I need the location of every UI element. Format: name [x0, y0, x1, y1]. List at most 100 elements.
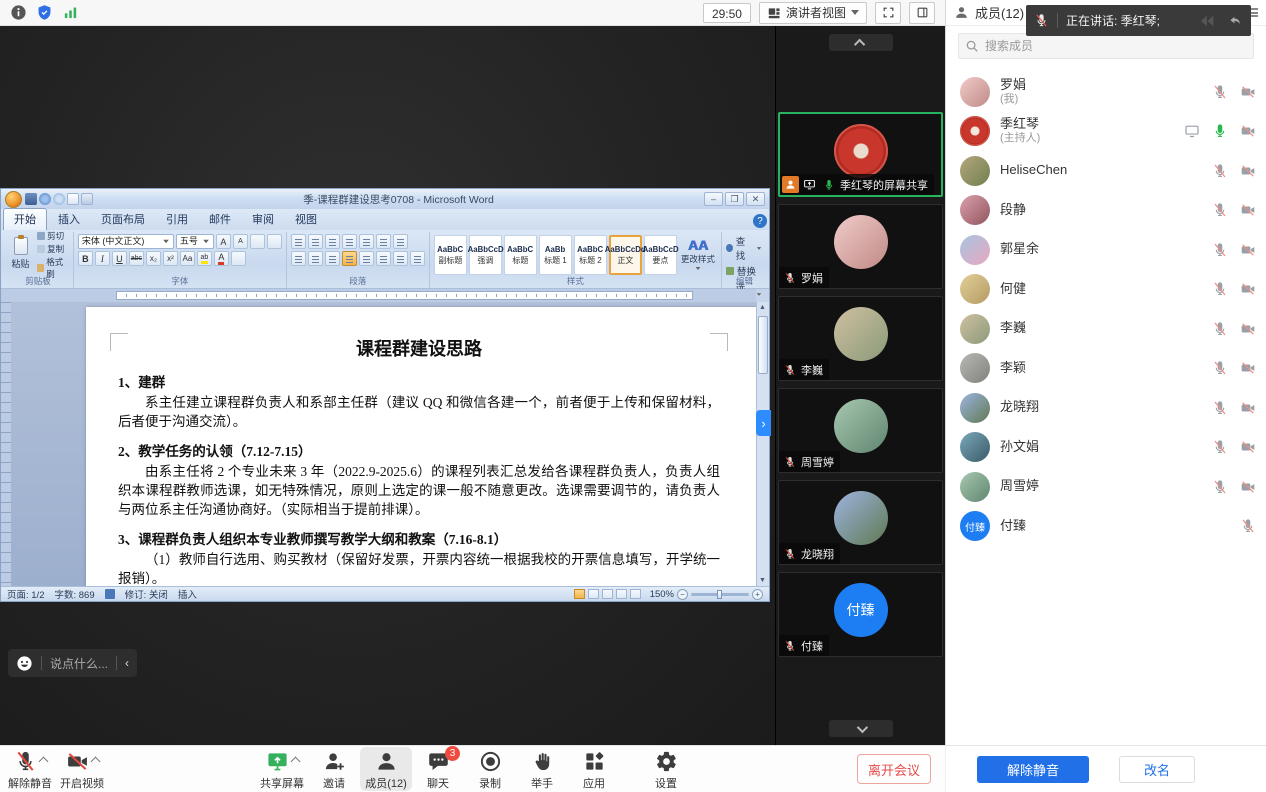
mic-icon [1212, 242, 1228, 258]
zoom-slider [691, 593, 749, 596]
font-size-select: 五号 [176, 234, 214, 249]
unread-badge: 3 [445, 746, 460, 761]
toolbar-共享屏幕[interactable]: 共享屏幕 [256, 747, 308, 791]
font-name-select: 宋体 (中文正文) [78, 234, 174, 249]
fullscreen-button[interactable] [875, 2, 901, 24]
member-row[interactable]: 罗娟 (我) [946, 72, 1266, 112]
quick-chat-bar[interactable]: 说点什么... ‹ [8, 649, 137, 677]
camera-icon [1240, 84, 1256, 100]
member-name: 何健 [1000, 282, 1026, 297]
member-row[interactable]: 付臻 付臻 [946, 507, 1266, 547]
toolbar-录制[interactable]: 录制 [464, 747, 516, 791]
document-paragraph: （1）教师自行选用、购买教材（保留好发票，开票内容统一根据我校的开票信息填写，开… [118, 550, 720, 586]
avatar [960, 116, 990, 146]
member-row[interactable]: 周雪婷 [946, 467, 1266, 507]
mic-muted-icon [781, 361, 798, 378]
insert-mode: 插入 [178, 587, 197, 601]
expand-arrow-button[interactable]: › [756, 410, 771, 436]
meeting-topbar: 29:50 演讲者视图 [0, 0, 945, 26]
collapse-chat-icon[interactable]: ‹ [125, 656, 129, 670]
reply-arrow-icon [1227, 14, 1243, 28]
member-row[interactable]: 李颖 [946, 349, 1266, 389]
chevron-up-icon[interactable] [90, 756, 100, 766]
member-row[interactable]: 李巍 [946, 309, 1266, 349]
member-row[interactable]: 孙文娟 [946, 428, 1266, 468]
save-icon [25, 193, 37, 205]
mic-muted-icon [781, 637, 798, 654]
toolbar-成员(12)[interactable]: 成员(12) [360, 747, 412, 791]
avatar [960, 77, 990, 107]
video-tile[interactable]: 季红琴的屏幕共享 [778, 112, 943, 197]
shield-icon[interactable] [36, 4, 53, 21]
document-paragraph: 课程群建设思路 [118, 335, 720, 361]
member-subtitle: (主持人) [1000, 132, 1040, 145]
avatar [960, 472, 990, 502]
toolbar-邀请[interactable]: 邀请 [308, 747, 360, 791]
info-icon[interactable] [10, 4, 27, 21]
unmute-button[interactable]: 解除静音 [977, 756, 1089, 783]
print-icon [81, 193, 93, 205]
zoom-level: 150% [650, 589, 674, 600]
tile-name-label: 龙晓翔 [801, 546, 834, 562]
superscript-button [163, 251, 178, 266]
style-chip: AaBbC标题 2 [574, 235, 607, 275]
member-name: HeliseChen [1000, 163, 1067, 178]
toolbar-开启视频[interactable]: 开启视频 [56, 747, 108, 791]
toolbar-应用[interactable]: 应用 [568, 747, 620, 791]
member-subtitle: (我) [1000, 93, 1026, 106]
mic-muted-icon [781, 269, 798, 286]
copy-button: 复制 [37, 243, 69, 255]
emoji-icon[interactable] [16, 655, 33, 672]
leave-meeting-button[interactable]: 离开会议 [857, 754, 931, 784]
toolbar-解除静音[interactable]: 解除静音 [4, 747, 56, 791]
toolbar-聊天[interactable]: 聊天 3 [412, 747, 464, 791]
member-name: 付臻 [1000, 519, 1026, 534]
members-icon [375, 750, 398, 773]
member-row[interactable]: 季红琴 (主持人) [946, 112, 1266, 152]
sort-button [376, 234, 391, 249]
collapse-strip-button[interactable] [829, 34, 893, 51]
screen-share-icon [1184, 123, 1200, 139]
expand-strip-button[interactable] [829, 720, 893, 737]
camera-off-icon [66, 750, 89, 773]
change-styles-button: AA 更改样式 [679, 239, 717, 271]
borders-button [410, 251, 425, 266]
toolbar-设置[interactable]: 设置 [640, 747, 692, 791]
word-ribbon-tab: 插入 [48, 209, 90, 230]
layout-icon [767, 6, 781, 20]
revision-status: 修订: 关闭 [125, 587, 168, 601]
font-group: 宋体 (中文正文) 五号 [74, 232, 287, 288]
cut-button: 剪切 [37, 230, 69, 242]
video-tile[interactable]: 罗娟 [778, 204, 943, 289]
rename-button[interactable]: 改名 [1119, 756, 1195, 783]
speaker-view-button[interactable]: 演讲者视图 [759, 2, 867, 24]
editing-group: 查找 替换 选择 编辑 [722, 232, 767, 288]
justify-button [342, 251, 357, 266]
mic-icon [1212, 163, 1228, 179]
document-page: 课程群建设思路1、建群系主任建立课程群负责人和系部主任群（建议 QQ 和微信各建… [86, 307, 756, 586]
chevron-up-icon[interactable] [38, 756, 48, 766]
member-row[interactable]: 郭星余 [946, 230, 1266, 270]
grow-font-button [216, 234, 231, 249]
chevron-up-icon[interactable] [290, 756, 300, 766]
toolbar-举手[interactable]: 举手 [516, 747, 568, 791]
tile-name-label: 罗娟 [801, 270, 823, 286]
camera-icon [1240, 123, 1256, 139]
member-row[interactable]: HeliseChen [946, 151, 1266, 191]
signal-icon[interactable] [62, 4, 79, 21]
member-row[interactable]: 龙晓翔 [946, 388, 1266, 428]
side-panel-button[interactable] [909, 2, 935, 24]
video-tile[interactable]: 付臻 付臻 [778, 572, 943, 657]
video-tile[interactable]: 李巍 [778, 296, 943, 381]
video-tile[interactable]: 龙晓翔 [778, 480, 943, 565]
member-row[interactable]: 何健 [946, 270, 1266, 310]
chat-input-placeholder[interactable]: 说点什么... [50, 655, 108, 672]
tile-name-label: 付臻 [801, 638, 823, 654]
vertical-scrollbar: ▲ ▼ [756, 302, 769, 586]
restore-icon: ❐ [725, 192, 744, 206]
search-members-input[interactable] [958, 33, 1254, 59]
avatar [960, 195, 990, 225]
video-tile[interactable]: 周雪婷 [778, 388, 943, 473]
member-row[interactable]: 段静 [946, 191, 1266, 231]
style-chip: AaBbCcDd正文 [609, 235, 642, 275]
